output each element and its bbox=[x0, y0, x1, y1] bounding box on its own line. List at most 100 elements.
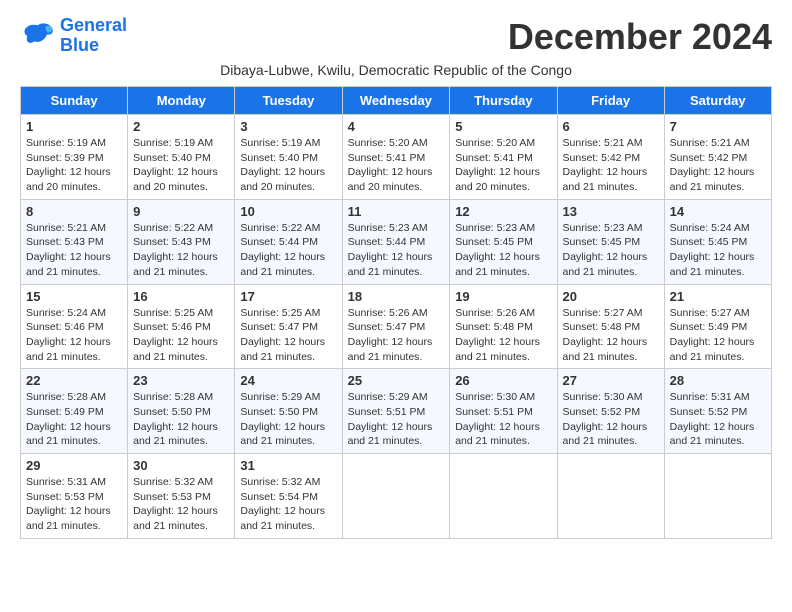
calendar-table: Sunday Monday Tuesday Wednesday Thursday… bbox=[20, 86, 772, 539]
sunset-label: Sunset: 5:51 PM bbox=[455, 406, 533, 418]
sunrise-label: Sunrise: 5:30 AM bbox=[455, 391, 535, 403]
sunrise-label: Sunrise: 5:28 AM bbox=[26, 391, 106, 403]
daylight-label: Daylight: 12 hours and 21 minutes. bbox=[348, 336, 433, 363]
day-info: Sunrise: 5:30 AM Sunset: 5:52 PM Dayligh… bbox=[563, 390, 659, 449]
sunset-label: Sunset: 5:54 PM bbox=[240, 491, 318, 503]
day-info: Sunrise: 5:25 AM Sunset: 5:46 PM Dayligh… bbox=[133, 306, 229, 365]
sunrise-label: Sunrise: 5:27 AM bbox=[670, 307, 750, 319]
daylight-label: Daylight: 12 hours and 21 minutes. bbox=[133, 336, 218, 363]
calendar-cell: 21 Sunrise: 5:27 AM Sunset: 5:49 PM Dayl… bbox=[664, 284, 771, 369]
sunset-label: Sunset: 5:43 PM bbox=[26, 236, 104, 248]
sunset-label: Sunset: 5:47 PM bbox=[348, 321, 426, 333]
sunrise-label: Sunrise: 5:24 AM bbox=[670, 222, 750, 234]
sunset-label: Sunset: 5:52 PM bbox=[563, 406, 641, 418]
calendar-cell: 9 Sunrise: 5:22 AM Sunset: 5:43 PM Dayli… bbox=[128, 199, 235, 284]
title-area: December 2024 bbox=[508, 16, 772, 58]
daylight-label: Daylight: 12 hours and 21 minutes. bbox=[563, 421, 648, 448]
calendar-week-3: 15 Sunrise: 5:24 AM Sunset: 5:46 PM Dayl… bbox=[21, 284, 772, 369]
daylight-label: Daylight: 12 hours and 21 minutes. bbox=[670, 336, 755, 363]
daylight-label: Daylight: 12 hours and 21 minutes. bbox=[563, 336, 648, 363]
calendar-cell: 20 Sunrise: 5:27 AM Sunset: 5:48 PM Dayl… bbox=[557, 284, 664, 369]
logo-bird-icon bbox=[20, 18, 56, 54]
sunrise-label: Sunrise: 5:31 AM bbox=[670, 391, 750, 403]
sunset-label: Sunset: 5:50 PM bbox=[133, 406, 211, 418]
month-title: December 2024 bbox=[508, 16, 772, 58]
sunrise-label: Sunrise: 5:29 AM bbox=[348, 391, 428, 403]
day-info: Sunrise: 5:24 AM Sunset: 5:45 PM Dayligh… bbox=[670, 221, 766, 280]
day-number: 23 bbox=[133, 373, 229, 388]
day-number: 6 bbox=[563, 119, 659, 134]
calendar-cell: 3 Sunrise: 5:19 AM Sunset: 5:40 PM Dayli… bbox=[235, 115, 342, 200]
sunrise-label: Sunrise: 5:28 AM bbox=[133, 391, 213, 403]
logo-text: General Blue bbox=[60, 16, 127, 56]
sunrise-label: Sunrise: 5:20 AM bbox=[455, 137, 535, 149]
daylight-label: Daylight: 12 hours and 20 minutes. bbox=[133, 166, 218, 193]
daylight-label: Daylight: 12 hours and 21 minutes. bbox=[455, 251, 540, 278]
calendar-cell: 14 Sunrise: 5:24 AM Sunset: 5:45 PM Dayl… bbox=[664, 199, 771, 284]
sunrise-label: Sunrise: 5:21 AM bbox=[26, 222, 106, 234]
sunset-label: Sunset: 5:51 PM bbox=[348, 406, 426, 418]
daylight-label: Daylight: 12 hours and 21 minutes. bbox=[563, 251, 648, 278]
sunrise-label: Sunrise: 5:22 AM bbox=[240, 222, 320, 234]
header-saturday: Saturday bbox=[664, 87, 771, 115]
calendar-cell: 15 Sunrise: 5:24 AM Sunset: 5:46 PM Dayl… bbox=[21, 284, 128, 369]
day-info: Sunrise: 5:31 AM Sunset: 5:52 PM Dayligh… bbox=[670, 390, 766, 449]
calendar-cell: 23 Sunrise: 5:28 AM Sunset: 5:50 PM Dayl… bbox=[128, 369, 235, 454]
daylight-label: Daylight: 12 hours and 21 minutes. bbox=[26, 251, 111, 278]
sunrise-label: Sunrise: 5:23 AM bbox=[455, 222, 535, 234]
header-wednesday: Wednesday bbox=[342, 87, 450, 115]
sunset-label: Sunset: 5:45 PM bbox=[563, 236, 641, 248]
sunset-label: Sunset: 5:39 PM bbox=[26, 152, 104, 164]
daylight-label: Daylight: 12 hours and 21 minutes. bbox=[670, 166, 755, 193]
day-number: 1 bbox=[26, 119, 122, 134]
day-number: 27 bbox=[563, 373, 659, 388]
sunrise-label: Sunrise: 5:19 AM bbox=[26, 137, 106, 149]
daylight-label: Daylight: 12 hours and 21 minutes. bbox=[133, 251, 218, 278]
day-info: Sunrise: 5:27 AM Sunset: 5:48 PM Dayligh… bbox=[563, 306, 659, 365]
day-number: 26 bbox=[455, 373, 551, 388]
sunrise-label: Sunrise: 5:32 AM bbox=[133, 476, 213, 488]
calendar-cell bbox=[664, 454, 771, 539]
day-number: 11 bbox=[348, 204, 445, 219]
header-monday: Monday bbox=[128, 87, 235, 115]
sunrise-label: Sunrise: 5:24 AM bbox=[26, 307, 106, 319]
day-info: Sunrise: 5:29 AM Sunset: 5:50 PM Dayligh… bbox=[240, 390, 336, 449]
day-info: Sunrise: 5:22 AM Sunset: 5:44 PM Dayligh… bbox=[240, 221, 336, 280]
day-info: Sunrise: 5:24 AM Sunset: 5:46 PM Dayligh… bbox=[26, 306, 122, 365]
location-subtitle: Dibaya-Lubwe, Kwilu, Democratic Republic… bbox=[20, 62, 772, 78]
sunrise-label: Sunrise: 5:25 AM bbox=[133, 307, 213, 319]
day-number: 8 bbox=[26, 204, 122, 219]
day-info: Sunrise: 5:19 AM Sunset: 5:40 PM Dayligh… bbox=[133, 136, 229, 195]
calendar-header: Sunday Monday Tuesday Wednesday Thursday… bbox=[21, 87, 772, 115]
day-number: 13 bbox=[563, 204, 659, 219]
sunset-label: Sunset: 5:46 PM bbox=[133, 321, 211, 333]
day-info: Sunrise: 5:22 AM Sunset: 5:43 PM Dayligh… bbox=[133, 221, 229, 280]
day-number: 16 bbox=[133, 289, 229, 304]
daylight-label: Daylight: 12 hours and 20 minutes. bbox=[240, 166, 325, 193]
calendar-cell: 11 Sunrise: 5:23 AM Sunset: 5:44 PM Dayl… bbox=[342, 199, 450, 284]
day-info: Sunrise: 5:20 AM Sunset: 5:41 PM Dayligh… bbox=[455, 136, 551, 195]
calendar-cell: 7 Sunrise: 5:21 AM Sunset: 5:42 PM Dayli… bbox=[664, 115, 771, 200]
day-number: 4 bbox=[348, 119, 445, 134]
day-info: Sunrise: 5:26 AM Sunset: 5:48 PM Dayligh… bbox=[455, 306, 551, 365]
daylight-label: Daylight: 12 hours and 21 minutes. bbox=[240, 421, 325, 448]
daylight-label: Daylight: 12 hours and 21 minutes. bbox=[240, 505, 325, 532]
calendar-cell: 5 Sunrise: 5:20 AM Sunset: 5:41 PM Dayli… bbox=[450, 115, 557, 200]
sunrise-label: Sunrise: 5:23 AM bbox=[563, 222, 643, 234]
sunset-label: Sunset: 5:48 PM bbox=[455, 321, 533, 333]
day-info: Sunrise: 5:31 AM Sunset: 5:53 PM Dayligh… bbox=[26, 475, 122, 534]
day-info: Sunrise: 5:28 AM Sunset: 5:50 PM Dayligh… bbox=[133, 390, 229, 449]
day-number: 24 bbox=[240, 373, 336, 388]
header-row: Sunday Monday Tuesday Wednesday Thursday… bbox=[21, 87, 772, 115]
day-number: 22 bbox=[26, 373, 122, 388]
header-friday: Friday bbox=[557, 87, 664, 115]
day-number: 30 bbox=[133, 458, 229, 473]
calendar-cell: 12 Sunrise: 5:23 AM Sunset: 5:45 PM Dayl… bbox=[450, 199, 557, 284]
sunset-label: Sunset: 5:52 PM bbox=[670, 406, 748, 418]
calendar-cell: 2 Sunrise: 5:19 AM Sunset: 5:40 PM Dayli… bbox=[128, 115, 235, 200]
day-info: Sunrise: 5:29 AM Sunset: 5:51 PM Dayligh… bbox=[348, 390, 445, 449]
sunrise-label: Sunrise: 5:31 AM bbox=[26, 476, 106, 488]
day-number: 2 bbox=[133, 119, 229, 134]
sunset-label: Sunset: 5:49 PM bbox=[670, 321, 748, 333]
day-info: Sunrise: 5:21 AM Sunset: 5:42 PM Dayligh… bbox=[563, 136, 659, 195]
